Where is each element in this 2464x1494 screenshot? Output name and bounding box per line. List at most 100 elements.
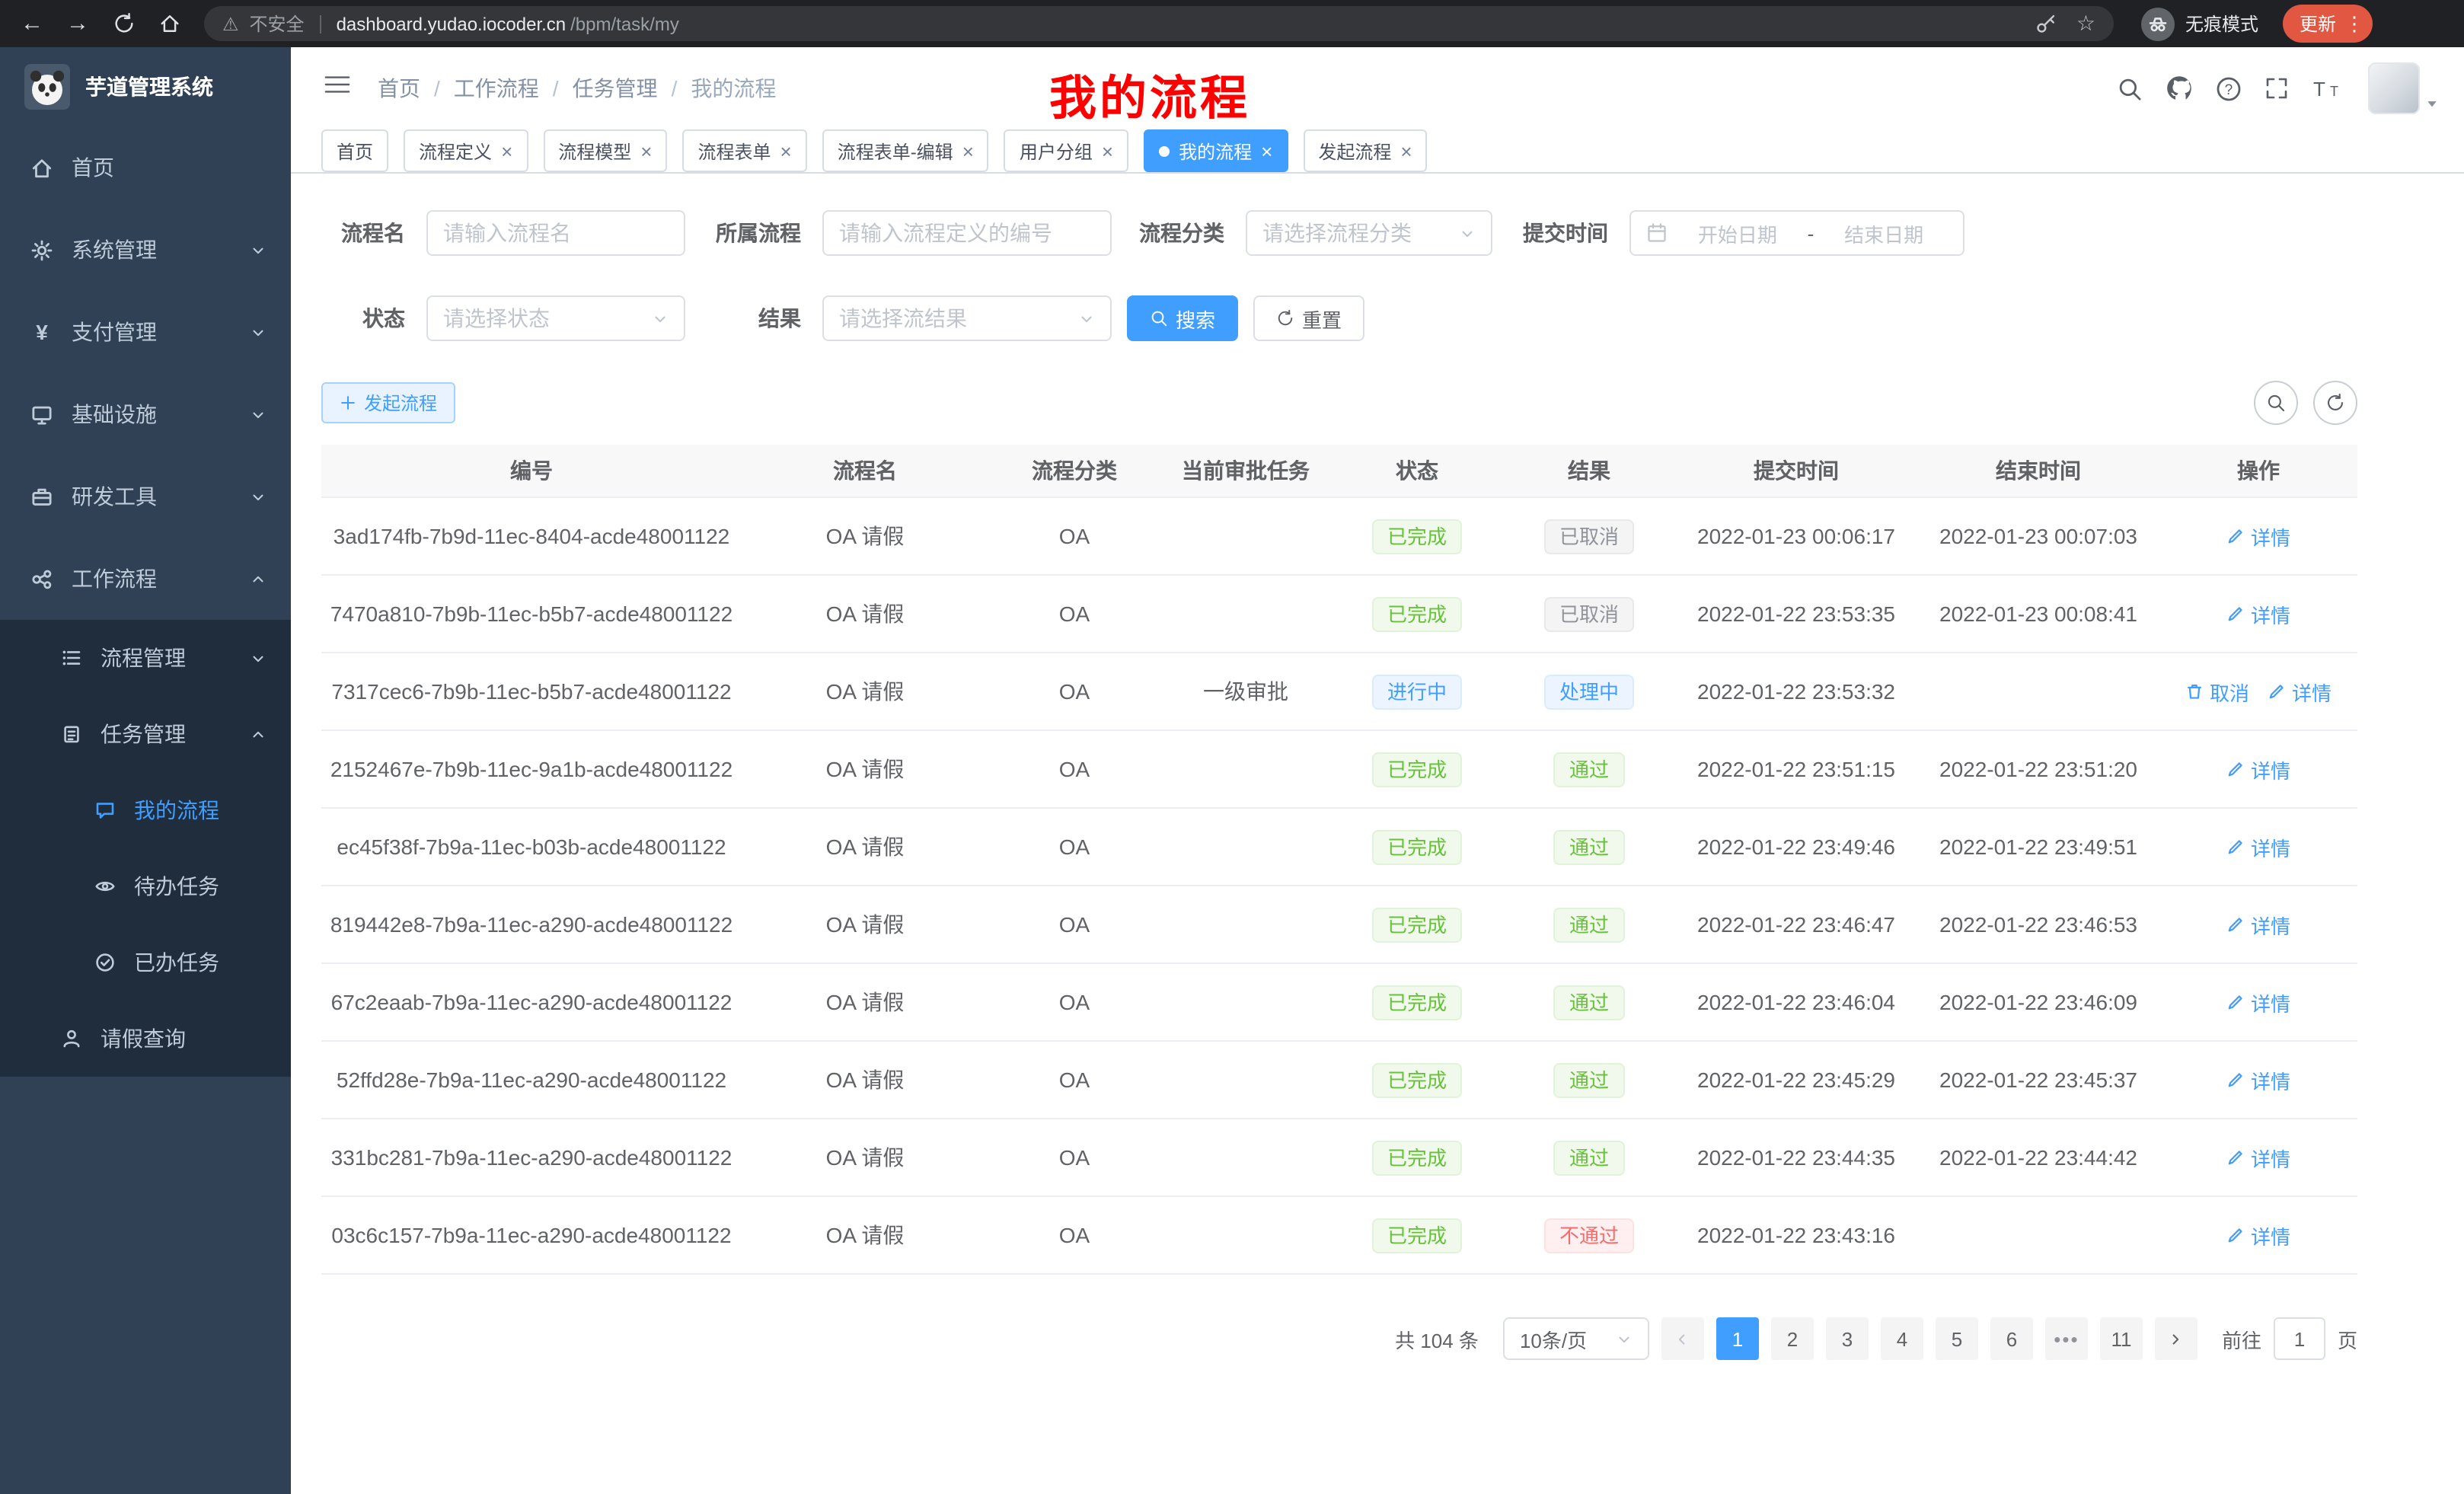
detail-link[interactable]: 详情 — [2268, 677, 2332, 706]
toggle-search-button[interactable] — [2254, 381, 2298, 425]
end-date-placeholder[interactable]: 结束日期 — [1820, 219, 1948, 247]
start-process-button[interactable]: 发起流程 — [321, 382, 455, 423]
breadcrumb-task-mgmt[interactable]: 任务管理 — [573, 73, 658, 104]
sidebar-item-payment[interactable]: ¥ 支付管理 — [0, 291, 291, 373]
tab-home[interactable]: 首页 — [321, 129, 388, 172]
sidebar-logo[interactable]: 芋道管理系统 — [0, 47, 291, 126]
goto-page-input[interactable] — [2274, 1317, 2325, 1360]
tab-process-form-edit[interactable]: 流程表单-编辑× — [822, 129, 989, 172]
browser-back-icon[interactable]: ← — [12, 4, 52, 43]
process-definition-input[interactable] — [839, 221, 1095, 245]
tab-process-definition[interactable]: 流程定义× — [404, 129, 528, 172]
category-select[interactable]: 请选择流程分类 — [1246, 210, 1492, 256]
cell-status: 已完成 — [1331, 1119, 1503, 1196]
detail-link[interactable]: 详情 — [2226, 910, 2290, 939]
cell-task-link[interactable]: 一级审批 — [1160, 653, 1331, 730]
page-size-select[interactable]: 10条/页 — [1503, 1317, 1649, 1360]
more-pages-button[interactable]: ••• — [2045, 1317, 2088, 1360]
close-icon[interactable]: × — [1400, 141, 1412, 161]
tab-my-process[interactable]: 我的流程× — [1144, 129, 1288, 172]
detail-link[interactable]: 详情 — [2226, 1143, 2290, 1172]
tab-user-group[interactable]: 用户分组× — [1004, 129, 1128, 172]
bookmark-star-icon[interactable]: ☆ — [2076, 11, 2095, 37]
status-select[interactable]: 请选择状态 — [426, 295, 685, 341]
address-bar[interactable]: ⚠ 不安全 dashboard.yudao.iocoder.cn /bpm/ta… — [204, 6, 2114, 41]
tab-process-form[interactable]: 流程表单× — [682, 129, 806, 172]
sidebar-item-dev-tools[interactable]: 研发工具 — [0, 455, 291, 538]
page-button-11[interactable]: 11 — [2100, 1317, 2143, 1360]
sidebar-item-task-mgmt[interactable]: 任务管理 — [0, 696, 291, 772]
goto-suffix: 页 — [2338, 1324, 2357, 1353]
tab-process-model[interactable]: 流程模型× — [543, 129, 667, 172]
yen-icon: ¥ — [30, 320, 53, 344]
tab-start-process[interactable]: 发起流程× — [1303, 129, 1427, 172]
page-button-6[interactable]: 6 — [1990, 1317, 2033, 1360]
prev-page-button[interactable] — [1661, 1317, 1704, 1360]
hamburger-icon[interactable] — [324, 73, 350, 104]
category-label: 流程分类 — [1112, 218, 1246, 248]
close-icon[interactable]: × — [501, 141, 512, 161]
sidebar-item-home[interactable]: 首页 — [0, 126, 291, 209]
result-select[interactable]: 请选择流结果 — [822, 295, 1112, 341]
next-page-button[interactable] — [2155, 1317, 2197, 1360]
detail-link[interactable]: 详情 — [2226, 1221, 2290, 1250]
sidebar-item-system[interactable]: 系统管理 — [0, 209, 291, 291]
close-icon[interactable]: × — [962, 141, 974, 161]
sidebar-item-process-mgmt[interactable]: 流程管理 — [0, 620, 291, 696]
browser-update-button[interactable]: 更新 ⋮ — [2283, 5, 2373, 43]
chevron-down-icon — [1078, 310, 1095, 327]
close-icon[interactable]: × — [780, 141, 792, 161]
detail-link[interactable]: 详情 — [2226, 599, 2290, 628]
page-button-4[interactable]: 4 — [1881, 1317, 1923, 1360]
result-badge: 已取消 — [1544, 519, 1634, 554]
page-button-1[interactable]: 1 — [1716, 1317, 1759, 1360]
reset-button[interactable]: 重置 — [1253, 295, 1364, 341]
sidebar-item-my-process[interactable]: 我的流程 — [0, 772, 291, 848]
sidebar-item-todo-tasks[interactable]: 待办任务 — [0, 848, 291, 924]
cell-status: 已完成 — [1331, 808, 1503, 886]
page-button-3[interactable]: 3 — [1826, 1317, 1869, 1360]
sidebar-item-workflow[interactable]: 工作流程 — [0, 538, 291, 620]
sidebar-item-infra[interactable]: 基础设施 — [0, 373, 291, 455]
cell-category: OA — [988, 575, 1160, 653]
process-name-input[interactable] — [443, 221, 669, 245]
user-avatar[interactable] — [2368, 62, 2440, 114]
browser-refresh-icon[interactable] — [104, 4, 143, 43]
font-size-icon[interactable]: TT — [2312, 76, 2345, 101]
search-button[interactable]: 搜索 — [1127, 295, 1238, 341]
sidebar-item-leave-query[interactable]: 请假查询 — [0, 1001, 291, 1077]
page-button-5[interactable]: 5 — [1936, 1317, 1978, 1360]
help-icon[interactable]: ? — [2216, 75, 2242, 101]
fullscreen-icon[interactable] — [2265, 76, 2289, 101]
close-icon[interactable]: × — [640, 141, 652, 161]
detail-link[interactable]: 详情 — [2226, 1065, 2290, 1094]
breadcrumb-home[interactable]: 首页 — [378, 73, 420, 104]
cell-name: OA 请假 — [742, 653, 988, 730]
breadcrumb-workflow[interactable]: 工作流程 — [454, 73, 539, 104]
status-badge: 已完成 — [1372, 1062, 1462, 1097]
key-icon[interactable] — [2035, 12, 2058, 35]
security-label[interactable]: 不安全 — [250, 11, 305, 37]
col-submit-time: 提交时间 — [1675, 445, 1917, 497]
refresh-table-button[interactable] — [2313, 381, 2357, 425]
close-icon[interactable]: × — [1261, 141, 1272, 161]
cell-status: 已完成 — [1331, 1196, 1503, 1274]
browser-menu-kebab-icon[interactable]: ⋮ — [2344, 11, 2365, 36]
detail-link[interactable]: 详情 — [2226, 832, 2290, 861]
search-icon[interactable] — [2117, 75, 2143, 101]
cell-result: 通过 — [1503, 1041, 1675, 1119]
detail-link[interactable]: 详情 — [2226, 522, 2290, 551]
page-button-2[interactable]: 2 — [1771, 1317, 1814, 1360]
start-date-placeholder[interactable]: 开始日期 — [1674, 219, 1802, 247]
detail-link[interactable]: 详情 — [2226, 988, 2290, 1017]
close-icon[interactable]: × — [1102, 141, 1113, 161]
cancel-link[interactable]: 取消 — [2185, 677, 2249, 706]
sidebar-item-done-tasks[interactable]: 已办任务 — [0, 924, 291, 1001]
submit-time-range-picker[interactable]: 开始日期 - 结束日期 — [1629, 210, 1964, 256]
result-badge: 通过 — [1554, 985, 1624, 1020]
browser-forward-icon[interactable]: → — [58, 4, 97, 43]
github-icon[interactable] — [2166, 75, 2193, 102]
browser-home-icon[interactable] — [149, 4, 189, 43]
detail-link[interactable]: 详情 — [2226, 755, 2290, 784]
cell-end-time: 2022-01-22 23:46:09 — [1917, 963, 2159, 1041]
